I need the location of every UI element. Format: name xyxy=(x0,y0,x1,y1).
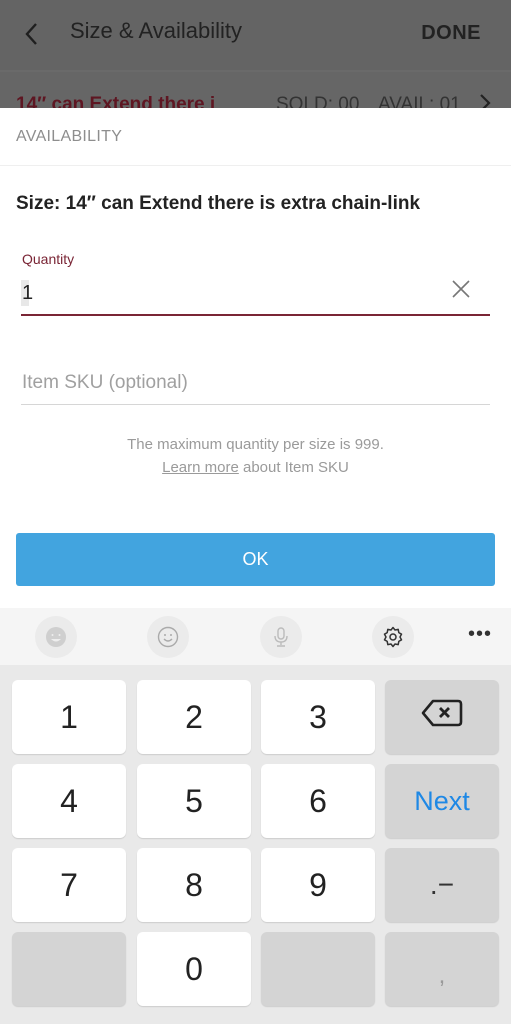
key-4[interactable]: 4 xyxy=(12,764,126,838)
quantity-label: Quantity xyxy=(22,251,75,267)
sku-help-rest: about Item SKU xyxy=(238,459,349,476)
header-divider xyxy=(0,70,511,72)
numeric-keyboard: 1 2 3 4 5 6 Next 7 8 9 .− 0 , xyxy=(0,665,511,1024)
backspace-key[interactable] xyxy=(385,680,499,754)
hint-text: The maximum quantity per size is 999. Le… xyxy=(0,433,511,479)
done-button[interactable]: DONE xyxy=(421,22,481,45)
sticker-icon[interactable] xyxy=(35,616,77,658)
availability-sheet: AVAILABILITY Size: 14″ can Extend there … xyxy=(0,108,511,608)
size-label: Size: 14″ can Extend there is extra chai… xyxy=(16,193,421,214)
size-row-title: 14″ can Extend there i xyxy=(16,94,216,108)
ok-button[interactable]: OK xyxy=(16,533,495,586)
sku-underline xyxy=(21,404,490,405)
key-0[interactable]: 0 xyxy=(137,932,251,1006)
sku-help-line: Learn more about Item SKU xyxy=(0,456,511,479)
key-3[interactable]: 3 xyxy=(261,680,375,754)
comma-key[interactable]: , xyxy=(385,932,499,1006)
avail-count: AVAIL: 01 xyxy=(378,94,461,108)
key-1[interactable]: 1 xyxy=(12,680,126,754)
microphone-icon[interactable] xyxy=(260,616,302,658)
empty-key-right xyxy=(261,932,375,1006)
next-key[interactable]: Next xyxy=(385,764,499,838)
learn-more-link[interactable]: Learn more xyxy=(162,459,239,476)
key-8[interactable]: 8 xyxy=(137,848,251,922)
app-header: Size & Availability DONE xyxy=(0,0,511,70)
sold-count: SOLD: 00 xyxy=(276,94,360,108)
item-sku-input[interactable] xyxy=(22,368,490,398)
key-6[interactable]: 6 xyxy=(261,764,375,838)
key-9[interactable]: 9 xyxy=(261,848,375,922)
section-divider xyxy=(0,165,511,166)
chevron-left-icon[interactable] xyxy=(22,20,46,48)
quantity-input[interactable] xyxy=(22,278,442,308)
size-row[interactable]: 14″ can Extend there i SOLD: 00 AVAIL: 0… xyxy=(16,94,496,108)
dot-dash-label: .− xyxy=(429,869,455,900)
quantity-underline xyxy=(21,314,490,316)
emoji-icon[interactable] xyxy=(147,616,189,658)
close-icon[interactable] xyxy=(450,278,472,300)
chevron-right-icon xyxy=(478,92,492,108)
empty-key-left xyxy=(12,932,126,1006)
keyboard-toolbar: ••• xyxy=(0,608,511,665)
settings-gear-icon[interactable] xyxy=(372,616,414,658)
more-icon[interactable]: ••• xyxy=(466,624,494,648)
backspace-icon xyxy=(421,698,463,736)
key-7[interactable]: 7 xyxy=(12,848,126,922)
section-title: AVAILABILITY xyxy=(16,128,123,145)
screen: Size & Availability DONE 14″ can Extend … xyxy=(0,0,511,1024)
key-5[interactable]: 5 xyxy=(137,764,251,838)
comma-label: , xyxy=(438,962,446,989)
background-screen: Size & Availability DONE 14″ can Extend … xyxy=(0,0,511,108)
page-title: Size & Availability xyxy=(70,18,243,43)
dot-dash-key[interactable]: .− xyxy=(385,848,499,922)
max-quantity-note: The maximum quantity per size is 999. xyxy=(127,436,384,453)
key-2[interactable]: 2 xyxy=(137,680,251,754)
